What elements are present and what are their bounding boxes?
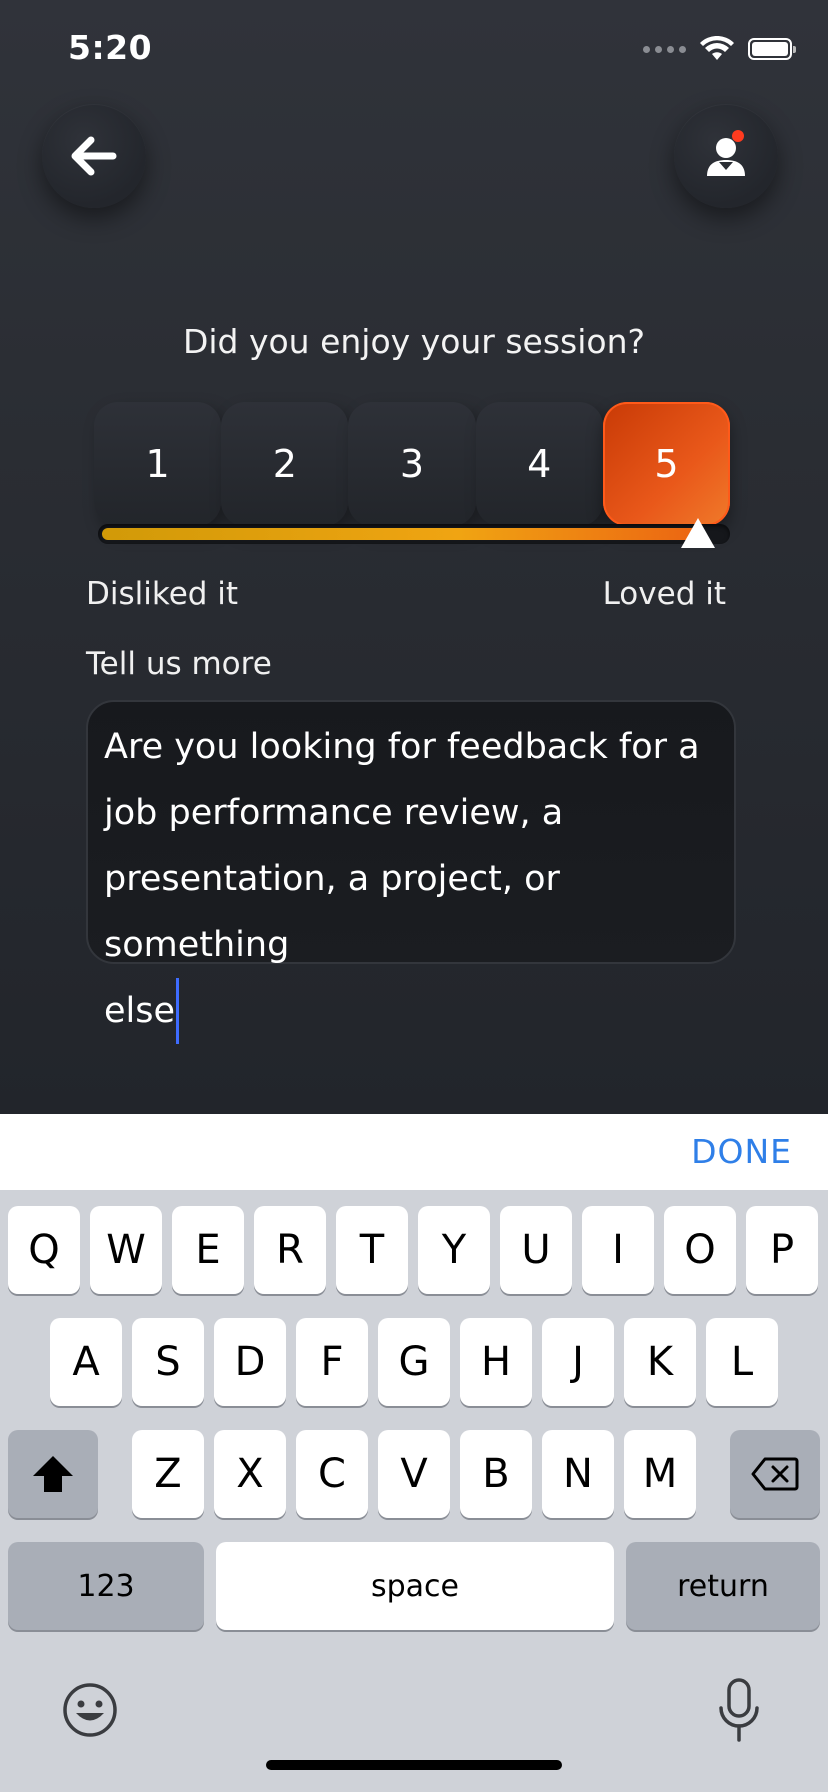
return-key[interactable]: return <box>626 1542 820 1630</box>
key-l[interactable]: L <box>706 1318 778 1406</box>
notification-dot <box>732 130 744 142</box>
key-f[interactable]: F <box>296 1318 368 1406</box>
rating-5-button[interactable]: 5 <box>602 402 731 526</box>
keyboard: Q W E R T Y U I O P A S D F G H J K L Z … <box>0 1190 828 1792</box>
numbers-key[interactable]: 123 <box>8 1542 204 1630</box>
key-i[interactable]: I <box>582 1206 654 1294</box>
backspace-icon <box>751 1457 799 1491</box>
wifi-icon <box>700 36 734 60</box>
key-e[interactable]: E <box>172 1206 244 1294</box>
rating-slider-track[interactable] <box>98 524 730 544</box>
key-c[interactable]: C <box>296 1430 368 1518</box>
back-button[interactable] <box>42 104 146 208</box>
key-t[interactable]: T <box>336 1206 408 1294</box>
key-u[interactable]: U <box>500 1206 572 1294</box>
key-q[interactable]: Q <box>8 1206 80 1294</box>
key-a[interactable]: A <box>50 1318 122 1406</box>
microphone-icon <box>719 1678 759 1742</box>
feedback-screen: 5:20 Did you enjoy your session? 1 2 3 4… <box>0 0 828 1114</box>
key-n[interactable]: N <box>542 1430 614 1518</box>
shift-icon <box>33 1456 73 1492</box>
key-z[interactable]: Z <box>132 1430 204 1518</box>
key-d[interactable]: D <box>214 1318 286 1406</box>
rating-3-button[interactable]: 3 <box>348 402 476 526</box>
key-g[interactable]: G <box>378 1318 450 1406</box>
emoji-button[interactable] <box>62 1682 118 1738</box>
home-indicator <box>266 1760 562 1770</box>
signal-icon <box>643 45 686 53</box>
key-v[interactable]: V <box>378 1430 450 1518</box>
space-key[interactable]: space <box>216 1542 614 1630</box>
feedback-textarea[interactable]: Are you looking for feedback for a job p… <box>86 700 736 1044</box>
text-line: else <box>104 991 176 1031</box>
profile-button[interactable] <box>674 104 778 208</box>
text-caret <box>176 978 180 1044</box>
text-line: job performance review, a <box>104 793 564 833</box>
tell-us-more-label: Tell us more <box>86 646 272 682</box>
shift-key[interactable] <box>8 1430 98 1518</box>
key-r[interactable]: R <box>254 1206 326 1294</box>
rating-2-button[interactable]: 2 <box>221 402 349 526</box>
emoji-icon <box>63 1683 117 1737</box>
keyboard-accessory-bar: DONE <box>0 1114 828 1190</box>
key-x[interactable]: X <box>214 1430 286 1518</box>
feedback-question: Did you enjoy your session? <box>182 322 646 361</box>
rating-selector: 1 2 3 4 5 <box>94 402 731 528</box>
key-h[interactable]: H <box>460 1318 532 1406</box>
rating-slider-thumb[interactable] <box>681 518 715 548</box>
scale-min-label: Disliked it <box>86 576 239 612</box>
key-p[interactable]: P <box>746 1206 818 1294</box>
key-s[interactable]: S <box>132 1318 204 1406</box>
rating-slider-fill <box>102 528 698 540</box>
rating-4-button[interactable]: 4 <box>475 402 603 526</box>
text-line: presentation, a project, or something <box>104 859 560 965</box>
battery-icon <box>748 38 796 60</box>
text-line: Are you looking for feedback for a <box>104 727 700 767</box>
status-time: 5:20 <box>68 28 153 67</box>
scale-max-label: Loved it <box>602 576 726 612</box>
key-b[interactable]: B <box>460 1430 532 1518</box>
key-y[interactable]: Y <box>418 1206 490 1294</box>
status-icons <box>643 36 796 62</box>
arrow-left-icon <box>71 136 117 176</box>
key-w[interactable]: W <box>90 1206 162 1294</box>
key-o[interactable]: O <box>664 1206 736 1294</box>
text-line-last: else <box>104 978 720 1044</box>
key-m[interactable]: M <box>624 1430 696 1518</box>
done-button[interactable]: DONE <box>691 1132 792 1171</box>
key-k[interactable]: K <box>624 1318 696 1406</box>
rating-1-button[interactable]: 1 <box>94 402 222 526</box>
dictation-button[interactable] <box>714 1676 764 1746</box>
delete-key[interactable] <box>730 1430 820 1518</box>
key-j[interactable]: J <box>542 1318 614 1406</box>
